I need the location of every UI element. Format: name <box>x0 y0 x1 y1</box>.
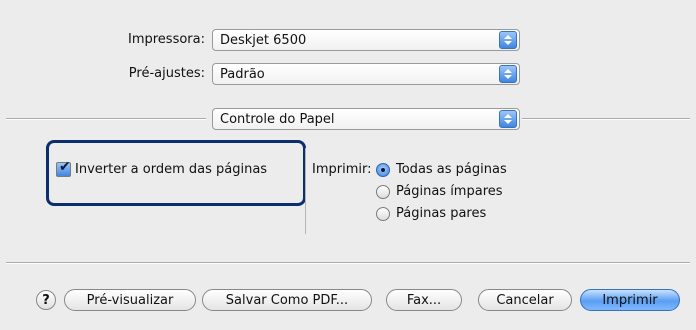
presets-value: Padrão <box>220 66 265 82</box>
radio-odd-label: Páginas ímpares <box>396 184 503 199</box>
presets-label: Pré-ajustes: <box>128 66 205 81</box>
radio-odd-pages[interactable]: Páginas ímpares <box>376 184 503 199</box>
radio-icon <box>376 206 390 221</box>
presets-popup[interactable]: Padrão <box>212 63 520 85</box>
panel-popup[interactable]: Controle do Papel <box>212 108 520 130</box>
popup-arrows-icon <box>499 110 517 128</box>
separator-left <box>6 118 206 119</box>
printer-popup[interactable]: Deskjet 6500 <box>212 29 520 51</box>
help-button[interactable]: ? <box>36 290 56 310</box>
popup-arrows-icon <box>499 65 517 83</box>
printer-label: Impressora: <box>128 32 205 47</box>
popup-arrows-icon <box>499 31 517 49</box>
cancel-button[interactable]: Cancelar <box>478 289 572 311</box>
preview-button[interactable]: Pré-visualizar <box>64 289 196 311</box>
save-pdf-button[interactable]: Salvar Como PDF... <box>202 289 372 311</box>
panel-value: Controle do Papel <box>220 111 335 127</box>
radio-even-label: Páginas pares <box>396 206 487 221</box>
radio-even-pages[interactable]: Páginas pares <box>376 206 486 221</box>
separator-right <box>522 118 690 119</box>
print-range-label: Imprimir: <box>312 162 372 177</box>
vertical-divider <box>305 148 306 234</box>
reverse-order-checkbox[interactable]: ✔ Inverter a ordem das páginas <box>56 159 268 177</box>
radio-all-label: Todas as páginas <box>396 162 507 177</box>
checkbox-icon: ✔ <box>56 159 71 177</box>
fax-button[interactable]: Fax... <box>386 289 462 311</box>
radio-icon <box>376 184 390 199</box>
printer-value: Deskjet 6500 <box>220 32 307 48</box>
reverse-order-label: Inverter a ordem das páginas <box>75 162 268 177</box>
radio-selected-icon <box>376 162 390 177</box>
print-button[interactable]: Imprimir <box>580 289 680 311</box>
bottom-separator <box>6 262 690 263</box>
radio-all-pages[interactable]: Todas as páginas <box>376 162 507 177</box>
